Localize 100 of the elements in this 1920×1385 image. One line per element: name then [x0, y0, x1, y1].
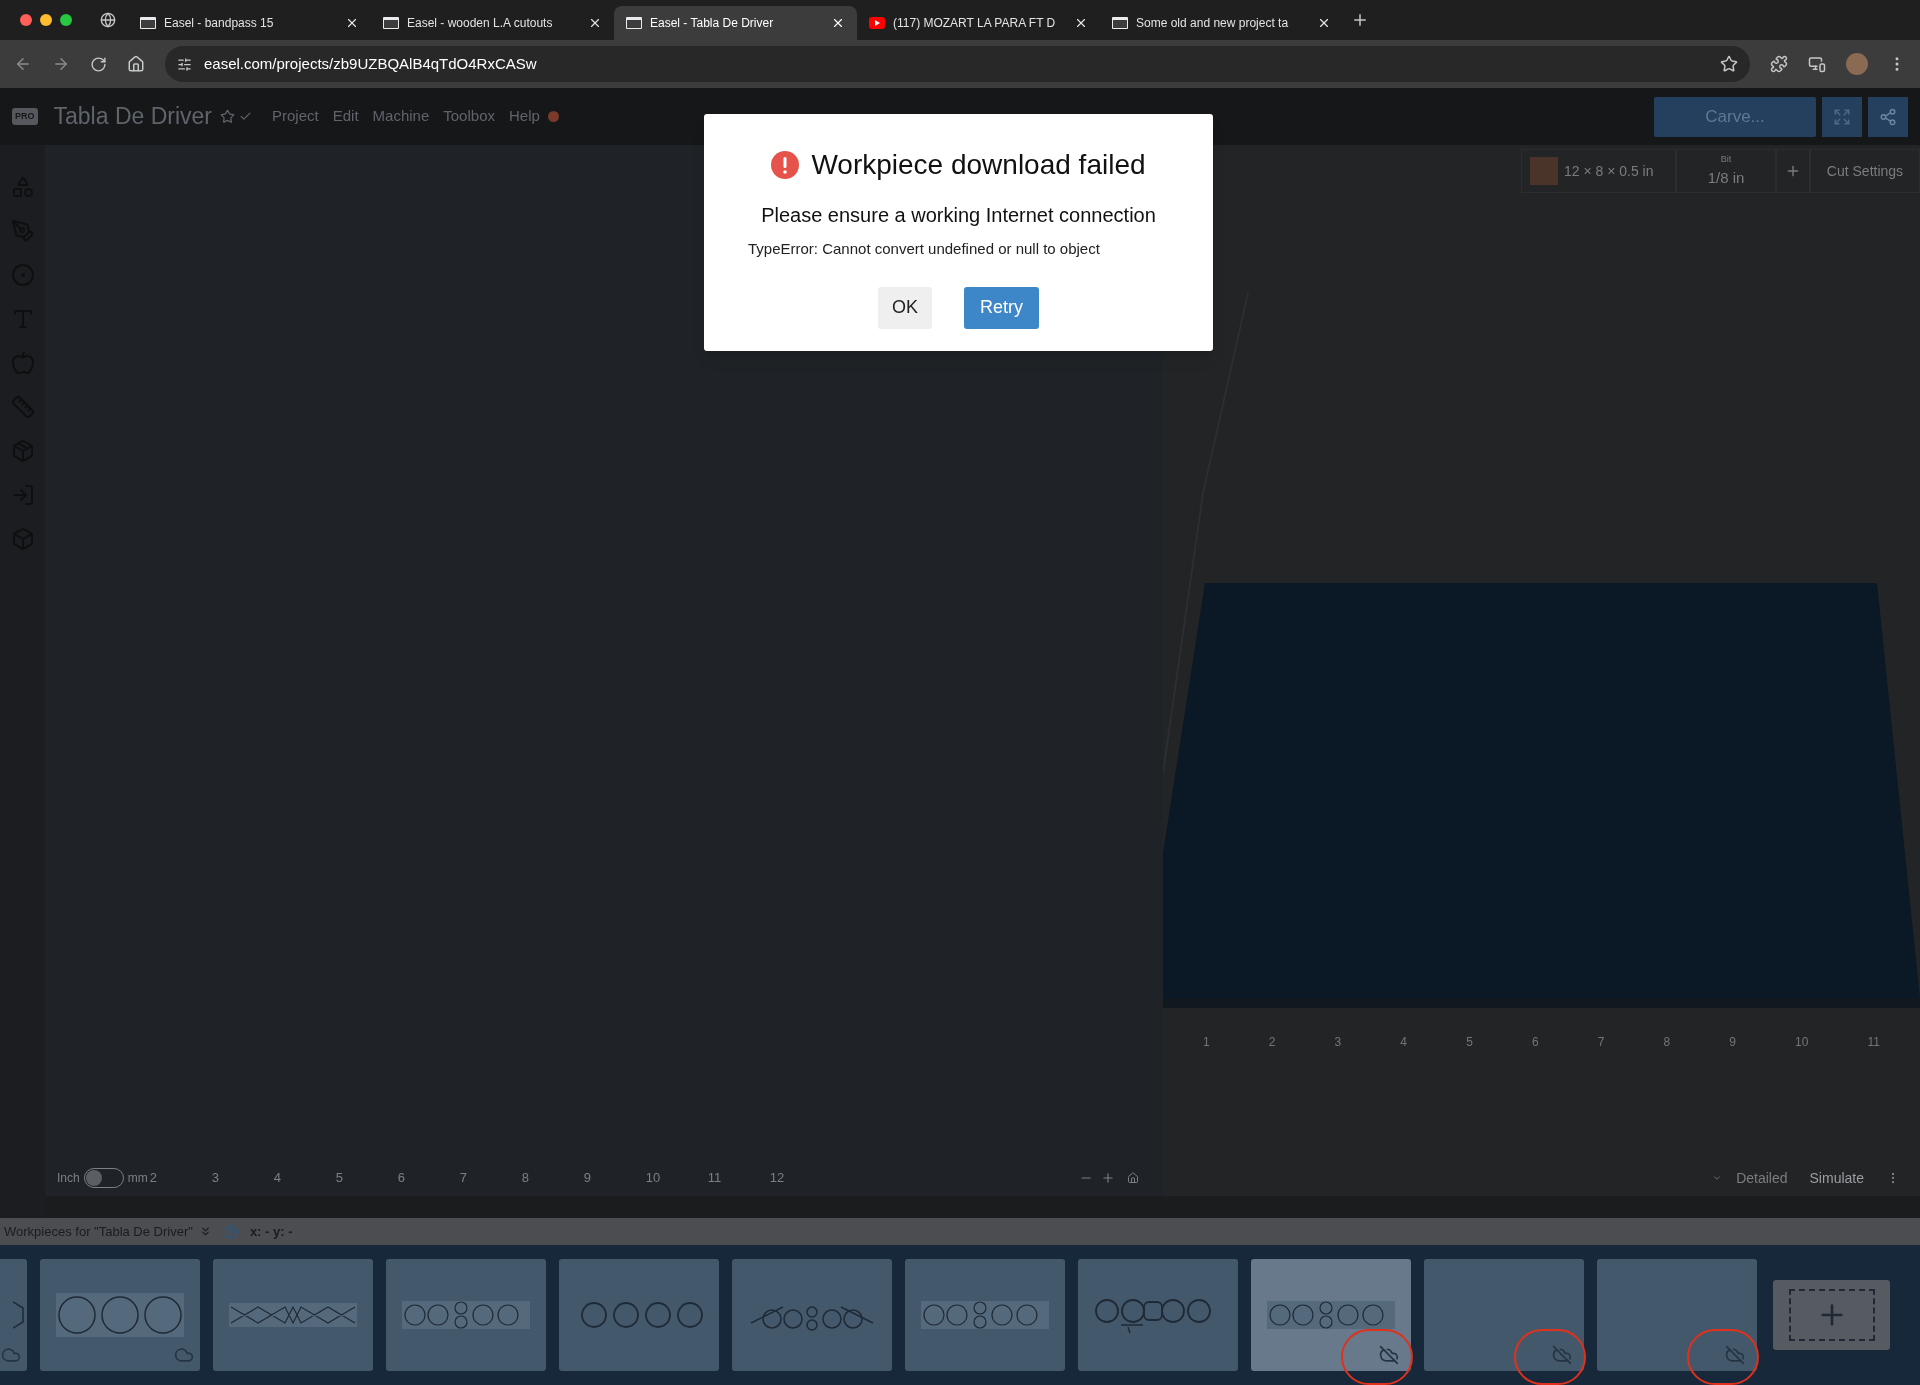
expand-icon — [1833, 107, 1851, 126]
horizontal-scrollbar[interactable] — [1163, 1196, 1920, 1218]
new-tab-icon[interactable] — [1351, 11, 1369, 29]
tab-title: (117) MOZART LA PARA FT D — [893, 15, 1057, 32]
tab-title: Easel - bandpass 15 — [164, 15, 275, 32]
ruler-label: 12 — [769, 1169, 786, 1188]
share-button[interactable] — [1868, 96, 1908, 137]
retry-button[interactable]: Retry — [964, 286, 1039, 329]
bit-label: Bit — [1720, 153, 1732, 166]
tab-title: Easel - Tabla De Driver — [650, 15, 775, 32]
close-icon[interactable] — [831, 16, 845, 30]
workpiece-card[interactable] — [559, 1259, 719, 1371]
forward-icon[interactable] — [52, 55, 70, 73]
add-workpiece-button[interactable] — [1773, 1280, 1890, 1350]
error-details: TypeError: Cannot convert undefined or null to object — [748, 239, 1100, 259]
bookmark-icon[interactable] — [1720, 55, 1738, 73]
workpiece-card[interactable] — [1251, 1259, 1411, 1371]
unit-label: mm — [127, 1170, 148, 1187]
back-icon[interactable] — [14, 55, 32, 73]
ruler-label: 5 — [335, 1169, 344, 1188]
browser-tab[interactable]: (117) MOZART LA PARA FT D — [857, 6, 1100, 40]
simulate-button[interactable]: Simulate — [1801, 1167, 1872, 1189]
project-title: Tabla De Driver — [53, 102, 212, 132]
home-icon[interactable] — [127, 55, 145, 73]
ruler-label: 6 — [1531, 1034, 1539, 1051]
url-text: easel.com/projects/zb9UZBQAlB4qTdO4RxCASw — [204, 53, 537, 74]
bit-size: 1/8 in — [1707, 167, 1745, 188]
site-settings-icon[interactable] — [177, 56, 192, 72]
ruler-label: 6 — [397, 1169, 406, 1188]
error-icon — [771, 151, 800, 179]
tab-title: Easel - wooden L.A cutouts — [407, 15, 554, 32]
page-icon — [1112, 17, 1128, 29]
chevron-icon[interactable] — [1712, 1173, 1723, 1183]
workpiece-card[interactable] — [386, 1259, 546, 1371]
menu-item[interactable]: Machine — [372, 105, 430, 128]
ruler-label: 4 — [1400, 1034, 1408, 1051]
ruler-label: 3 — [1334, 1034, 1342, 1051]
browser-tab[interactable]: Some old and new project ta — [1100, 6, 1343, 40]
ruler-label: 2 — [1268, 1034, 1276, 1051]
share-icon — [1879, 107, 1897, 126]
fullscreen-button[interactable] — [1822, 96, 1862, 137]
material-swatch — [1530, 157, 1558, 185]
check-icon — [239, 110, 252, 123]
close-icon[interactable] — [1317, 16, 1331, 30]
dialog-title: Workpiece download failed — [811, 148, 1146, 182]
plus-icon — [1785, 163, 1801, 179]
ok-button[interactable]: OK — [878, 286, 932, 329]
ruler-label: 9 — [1729, 1034, 1736, 1051]
globe-icon[interactable] — [100, 12, 116, 28]
close-icon[interactable] — [345, 16, 359, 30]
material-size: 12 × 8 × 0.5 in — [1564, 161, 1654, 181]
zoom-in-icon[interactable] — [1101, 1171, 1115, 1185]
video-icon — [869, 17, 885, 29]
home-icon[interactable] — [1127, 1172, 1139, 1184]
tab-title: Some old and new project ta — [1136, 15, 1290, 32]
detailed-option[interactable]: Detailed — [1736, 1167, 1788, 1189]
close-icon[interactable] — [1074, 16, 1088, 30]
cut-settings-button[interactable]: Cut Settings — [1810, 149, 1920, 193]
pro-badge: PRO — [12, 107, 38, 126]
ruler-label: 8 — [1663, 1034, 1671, 1051]
page-icon — [140, 17, 156, 29]
extensions-icon[interactable] — [1770, 55, 1788, 73]
ruler-label: 7 — [1597, 1034, 1605, 1051]
address-field[interactable]: easel.com/projects/zb9UZBQAlB4qTdO4RxCASw — [165, 46, 1750, 82]
ruler-label: 7 — [459, 1169, 468, 1188]
menu-item[interactable]: Edit — [332, 105, 359, 128]
ruler-label: 9 — [583, 1169, 592, 1188]
material-selector[interactable]: 12 × 8 × 0.5 in — [1521, 149, 1676, 193]
dialog-message: Please ensure a working Internet connection — [761, 203, 1156, 228]
ruler-label: 11 — [1867, 1034, 1880, 1051]
ruler-label: 11 — [707, 1169, 723, 1188]
browser-tab[interactable]: Easel - bandpass 15 — [128, 6, 371, 40]
workpiece-card[interactable] — [905, 1259, 1065, 1371]
workpiece-card[interactable] — [40, 1259, 200, 1371]
ruler-label: 3 — [211, 1169, 220, 1188]
carve-button[interactable]: Carve... — [1654, 96, 1816, 137]
workpiece-card[interactable] — [213, 1259, 373, 1371]
page-icon — [383, 17, 399, 29]
cast-icon[interactable] — [1808, 55, 1826, 73]
bit-selector[interactable]: Bit 1/8 in — [1676, 149, 1776, 193]
menu-item[interactable]: Help — [508, 105, 540, 128]
ruler-label: 10 — [1795, 1034, 1809, 1051]
star-icon[interactable] — [220, 109, 235, 124]
ruler-label: 1 — [1203, 1034, 1210, 1051]
ruler-label: 8 — [521, 1169, 530, 1188]
ruler-label: 10 — [645, 1169, 662, 1188]
browser-tab[interactable]: Easel - wooden L.A cutouts — [371, 6, 614, 40]
ruler-label: 2 — [149, 1169, 158, 1188]
close-icon[interactable] — [588, 16, 602, 30]
workpiece-card[interactable] — [1078, 1259, 1238, 1371]
menu-item[interactable]: Project — [272, 105, 319, 128]
menu-item[interactable]: Toolbox — [443, 105, 495, 128]
workpiece-card[interactable] — [732, 1259, 892, 1371]
add-bit-button[interactable] — [1776, 149, 1810, 193]
workpiece-thumbnail-drawing — [13, 1300, 27, 1330]
browser-tab[interactable]: Easel - Tabla De Driver — [614, 6, 857, 40]
page-icon — [626, 17, 642, 29]
reload-icon[interactable] — [90, 55, 107, 73]
avatar[interactable] — [1846, 53, 1868, 75]
ruler-label: 4 — [273, 1169, 282, 1188]
